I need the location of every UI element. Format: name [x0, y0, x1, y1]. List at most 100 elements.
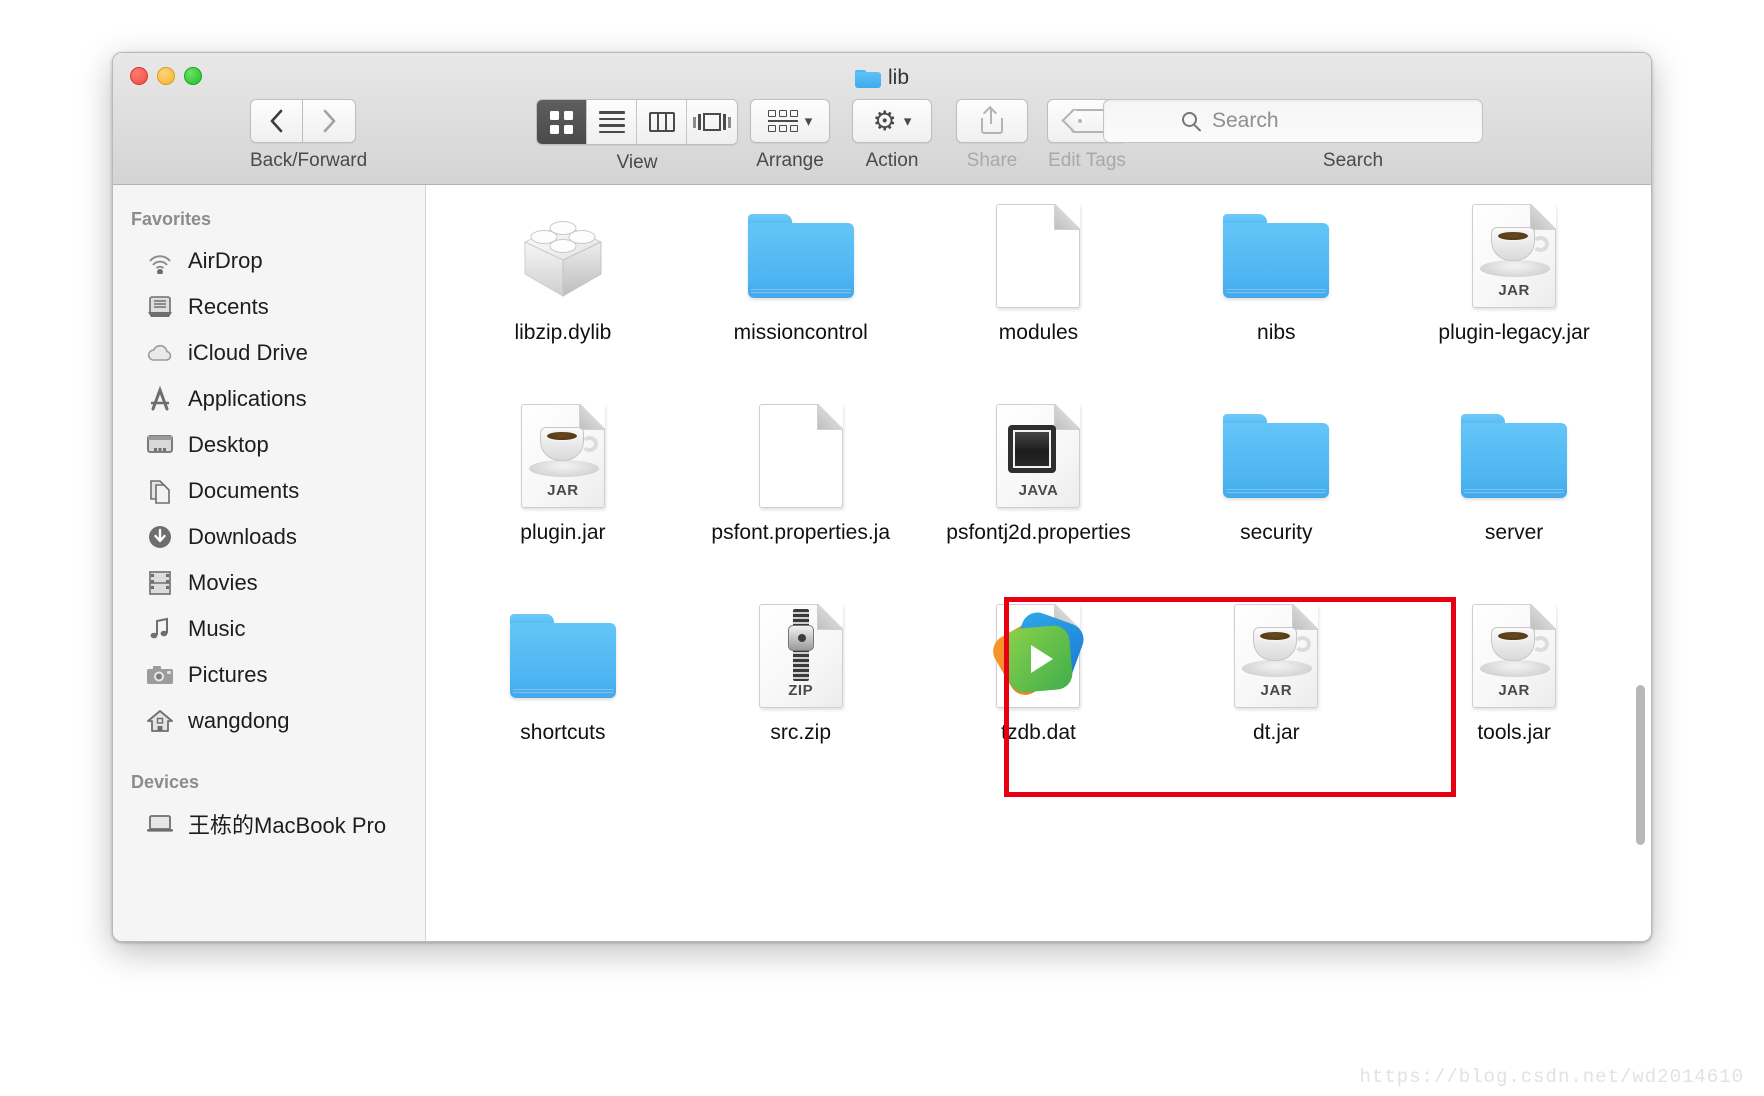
file-name: tools.jar	[1477, 721, 1551, 744]
screenshot-root: lib Back/Forward View ▾ Arrange ⚙ ▾ Acti…	[0, 0, 1764, 1096]
sidebar-item-pictures[interactable]: Pictures	[113, 652, 425, 698]
file-type-badge: ZIP	[788, 682, 814, 699]
sidebar-item-wangdong[interactable]: wangdong	[113, 698, 425, 744]
sidebar-item-icloud-drive[interactable]: iCloud Drive	[113, 330, 425, 376]
arrange-button[interactable]: ▾	[750, 99, 830, 143]
chevron-down-icon: ▾	[804, 113, 813, 130]
file-name: missioncontrol	[733, 321, 868, 344]
file-item[interactable]: nibs	[1157, 185, 1395, 385]
vertical-scrollbar[interactable]	[1636, 685, 1645, 845]
downloads-icon	[145, 523, 175, 551]
back-forward-label: Back/Forward	[250, 150, 368, 171]
file-item[interactable]: JAVA psfontj2d.properties	[920, 385, 1158, 585]
airdrop-icon	[145, 247, 175, 275]
file-item[interactable]: JAR plugin-legacy.jar	[1395, 185, 1633, 385]
view-mode-icon-button[interactable]	[537, 100, 587, 144]
file-name: server	[1484, 521, 1544, 544]
chevron-right-icon	[323, 109, 336, 133]
file-item[interactable]: JAR dt.jar	[1157, 585, 1395, 785]
arrange-icon	[767, 110, 798, 132]
view-mode-list-button[interactable]	[587, 100, 637, 144]
file-type-badge: JAR	[1260, 682, 1293, 699]
file-name: plugin-legacy.jar	[1438, 321, 1590, 344]
file-type-badge: JAR	[1498, 282, 1530, 299]
file-item[interactable]: shortcuts	[444, 585, 682, 785]
sidebar-item-music[interactable]: Music	[113, 606, 425, 652]
file-item[interactable]: libzip.dylib	[444, 185, 682, 385]
search-input[interactable]: Search	[1103, 99, 1483, 143]
sidebar-item-label: wangdong	[188, 708, 290, 733]
file-item[interactable]: ZIP src.zip	[682, 585, 920, 785]
file-item[interactable]: security	[1157, 385, 1395, 585]
pictures-icon	[145, 661, 175, 689]
file-item[interactable]: psfont.properties.ja	[682, 385, 920, 585]
sidebar-section-favorites-title: Favorites	[131, 209, 212, 229]
view-mode-gallery-button[interactable]	[687, 100, 737, 144]
view-mode-column-button[interactable]	[637, 100, 687, 144]
file-grid-area[interactable]: libsplashscreen.dylib libsunec.dylib lib…	[426, 185, 1651, 941]
gear-icon: ⚙	[872, 105, 897, 136]
file-name: modules	[998, 321, 1079, 344]
file-item[interactable]: missioncontrol	[682, 185, 920, 385]
file-item[interactable]: JAR plugin.jar	[444, 385, 682, 585]
forward-button[interactable]	[303, 99, 356, 143]
sidebar-section-devices-title: Devices	[131, 772, 200, 792]
sidebar-item-movies[interactable]: Movies	[113, 560, 425, 606]
search-label: Search	[1322, 150, 1384, 171]
sidebar: Favorites AirDrop Recents iCloud Drive A…	[113, 185, 426, 941]
file-item[interactable]: tzdb.dat	[920, 585, 1158, 785]
file-name: security	[1240, 521, 1313, 544]
back-button[interactable]	[250, 99, 303, 143]
zip-file-icon: ZIP	[758, 597, 843, 715]
sidebar-item-macbook-pro[interactable]: 王栋的MacBook Pro	[113, 801, 425, 847]
share-button[interactable]	[956, 99, 1028, 143]
file-name: tzdb.dat	[1001, 721, 1076, 744]
window-body: Favorites AirDrop Recents iCloud Drive A…	[113, 185, 1651, 941]
zipper-icon	[784, 609, 818, 681]
share-label: Share	[966, 150, 1018, 171]
action-button[interactable]: ⚙ ▾	[852, 99, 932, 143]
sidebar-item-applications[interactable]: Applications	[113, 376, 425, 422]
desktop-icon	[145, 431, 175, 459]
sidebar-item-label: Music	[188, 616, 246, 641]
java-square-icon	[1008, 425, 1057, 473]
java-file-icon: JAVA	[996, 397, 1081, 515]
arrange-label: Arrange	[756, 150, 824, 171]
sidebar-item-label: Movies	[188, 570, 258, 595]
sidebar-item-recents[interactable]: Recents	[113, 284, 425, 330]
sidebar-item-documents[interactable]: Documents	[113, 468, 425, 514]
sidebar-item-label: Pictures	[188, 662, 268, 687]
file-item[interactable]: server	[1395, 385, 1633, 585]
folder-icon	[1223, 397, 1330, 515]
sidebar-item-label: 王栋的MacBook Pro	[188, 813, 387, 838]
columns-icon	[648, 112, 675, 132]
window-title-text: lib	[887, 66, 909, 89]
watermark: https://blog.csdn.net/wd2014610	[1359, 1066, 1744, 1088]
file-item[interactable]: modules	[920, 185, 1158, 385]
file-grid: libsplashscreen.dylib libsunec.dylib lib…	[426, 185, 1651, 785]
play-button-icon	[987, 607, 1089, 701]
sidebar-item-label: Desktop	[188, 432, 269, 457]
sidebar-item-label: Documents	[188, 478, 300, 503]
jar-file-icon: JAR	[1234, 597, 1319, 715]
music-icon	[145, 615, 175, 643]
back-forward-group: Back/Forward	[250, 99, 367, 172]
file-item[interactable]: JAR tools.jar	[1395, 585, 1633, 785]
dylib-block-icon	[515, 197, 611, 315]
file-type-badge: JAR	[547, 482, 579, 499]
sidebar-item-downloads[interactable]: Downloads	[113, 514, 425, 560]
sidebar-item-airdrop[interactable]: AirDrop	[113, 238, 425, 284]
coffee-cup-icon	[1242, 625, 1313, 677]
nav-buttons	[250, 99, 367, 143]
view-group: View	[536, 99, 738, 174]
folder-icon	[1461, 397, 1568, 515]
folder-icon	[854, 68, 881, 88]
media-player-file-icon	[987, 597, 1089, 715]
file-name: psfontj2d.properties	[946, 521, 1131, 544]
gallery-icon	[693, 113, 731, 131]
applications-icon	[145, 385, 175, 413]
finder-window: lib Back/Forward View ▾ Arrange ⚙ ▾ Acti…	[112, 52, 1652, 942]
icloud-icon	[145, 339, 175, 367]
sidebar-item-desktop[interactable]: Desktop	[113, 422, 425, 468]
movies-icon	[145, 569, 175, 597]
